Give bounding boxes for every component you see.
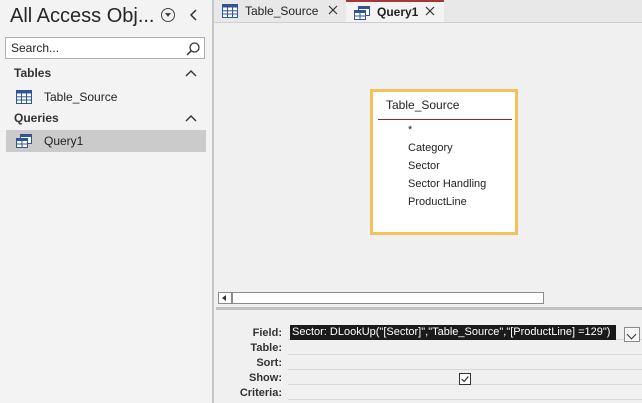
field-expression-input[interactable]: Sector: DLookUp("[Sector]","Table_Source… <box>290 325 616 340</box>
chevron-down-circle-icon[interactable] <box>161 8 175 22</box>
table-field-list[interactable]: Table_Source * Category Sector Sector Ha… <box>370 89 518 235</box>
tab-table-source[interactable]: Table_Source <box>214 0 346 22</box>
query-icon <box>16 134 32 148</box>
search-input[interactable] <box>11 40 181 56</box>
nav-header: All Access Obj... <box>0 0 212 36</box>
group-header-tables[interactable]: Tables <box>0 63 212 85</box>
query-design-pane[interactable]: Table_Source * Category Sector Sector Ha… <box>216 23 642 291</box>
grid-label-table: Table: <box>250 342 282 354</box>
grid-cell-sort[interactable] <box>288 355 642 370</box>
horizontal-scrollbar[interactable] <box>216 291 642 305</box>
nav-item-label: Query1 <box>44 134 84 148</box>
table-icon <box>222 4 238 18</box>
chevron-left-icon[interactable] <box>186 7 202 23</box>
query-icon <box>354 6 370 20</box>
field-list-item[interactable]: Sector <box>408 160 440 172</box>
table-icon <box>16 90 32 104</box>
group-label-tables: Tables <box>14 66 52 80</box>
search-box[interactable] <box>5 37 205 59</box>
document-tabs: Table_Source Query1 <box>214 0 642 23</box>
query-design-grid: Field: Table: Sort: Show: Criteria: Sect… <box>216 310 642 403</box>
search-icon[interactable] <box>185 41 201 57</box>
grid-cell-table[interactable] <box>288 340 642 355</box>
tab-label: Table_Source <box>245 4 319 18</box>
close-icon[interactable] <box>424 5 436 17</box>
field-list-divider <box>378 119 512 120</box>
grid-label-sort: Sort: <box>256 357 282 369</box>
group-label-queries: Queries <box>14 111 59 125</box>
field-list-item[interactable]: * <box>408 124 412 136</box>
group-header-queries[interactable]: Queries <box>0 108 212 130</box>
nav-item-query1[interactable]: Query1 <box>6 130 206 152</box>
grid-label-criteria: Criteria: <box>239 387 282 399</box>
chevron-up-icon[interactable] <box>185 113 197 123</box>
navigation-pane: All Access Obj... Tables Table_Source Qu… <box>0 0 214 403</box>
tab-label: Query1 <box>377 5 419 19</box>
tab-query1[interactable]: Query1 <box>346 0 444 22</box>
field-list-item[interactable]: Sector Handling <box>408 178 486 190</box>
show-checkbox[interactable] <box>459 373 471 385</box>
close-icon[interactable] <box>327 4 339 16</box>
field-list-title[interactable]: Table_Source <box>386 98 459 112</box>
grid-cell-criteria[interactable] <box>288 385 642 400</box>
nav-item-table-source[interactable]: Table_Source <box>6 86 206 108</box>
grid-label-field: Field: <box>252 327 282 339</box>
chevron-up-icon[interactable] <box>185 68 197 78</box>
grid-label-show: Show: <box>249 372 282 384</box>
field-list-item[interactable]: Category <box>408 142 453 154</box>
scrollbar-thumb[interactable] <box>232 292 544 304</box>
chevron-down-icon[interactable] <box>624 327 640 342</box>
scroll-left-arrow-icon[interactable] <box>218 292 232 304</box>
nav-title[interactable]: All Access Obj... <box>10 5 155 28</box>
field-list-item[interactable]: ProductLine <box>408 196 467 208</box>
nav-item-label: Table_Source <box>44 90 118 104</box>
